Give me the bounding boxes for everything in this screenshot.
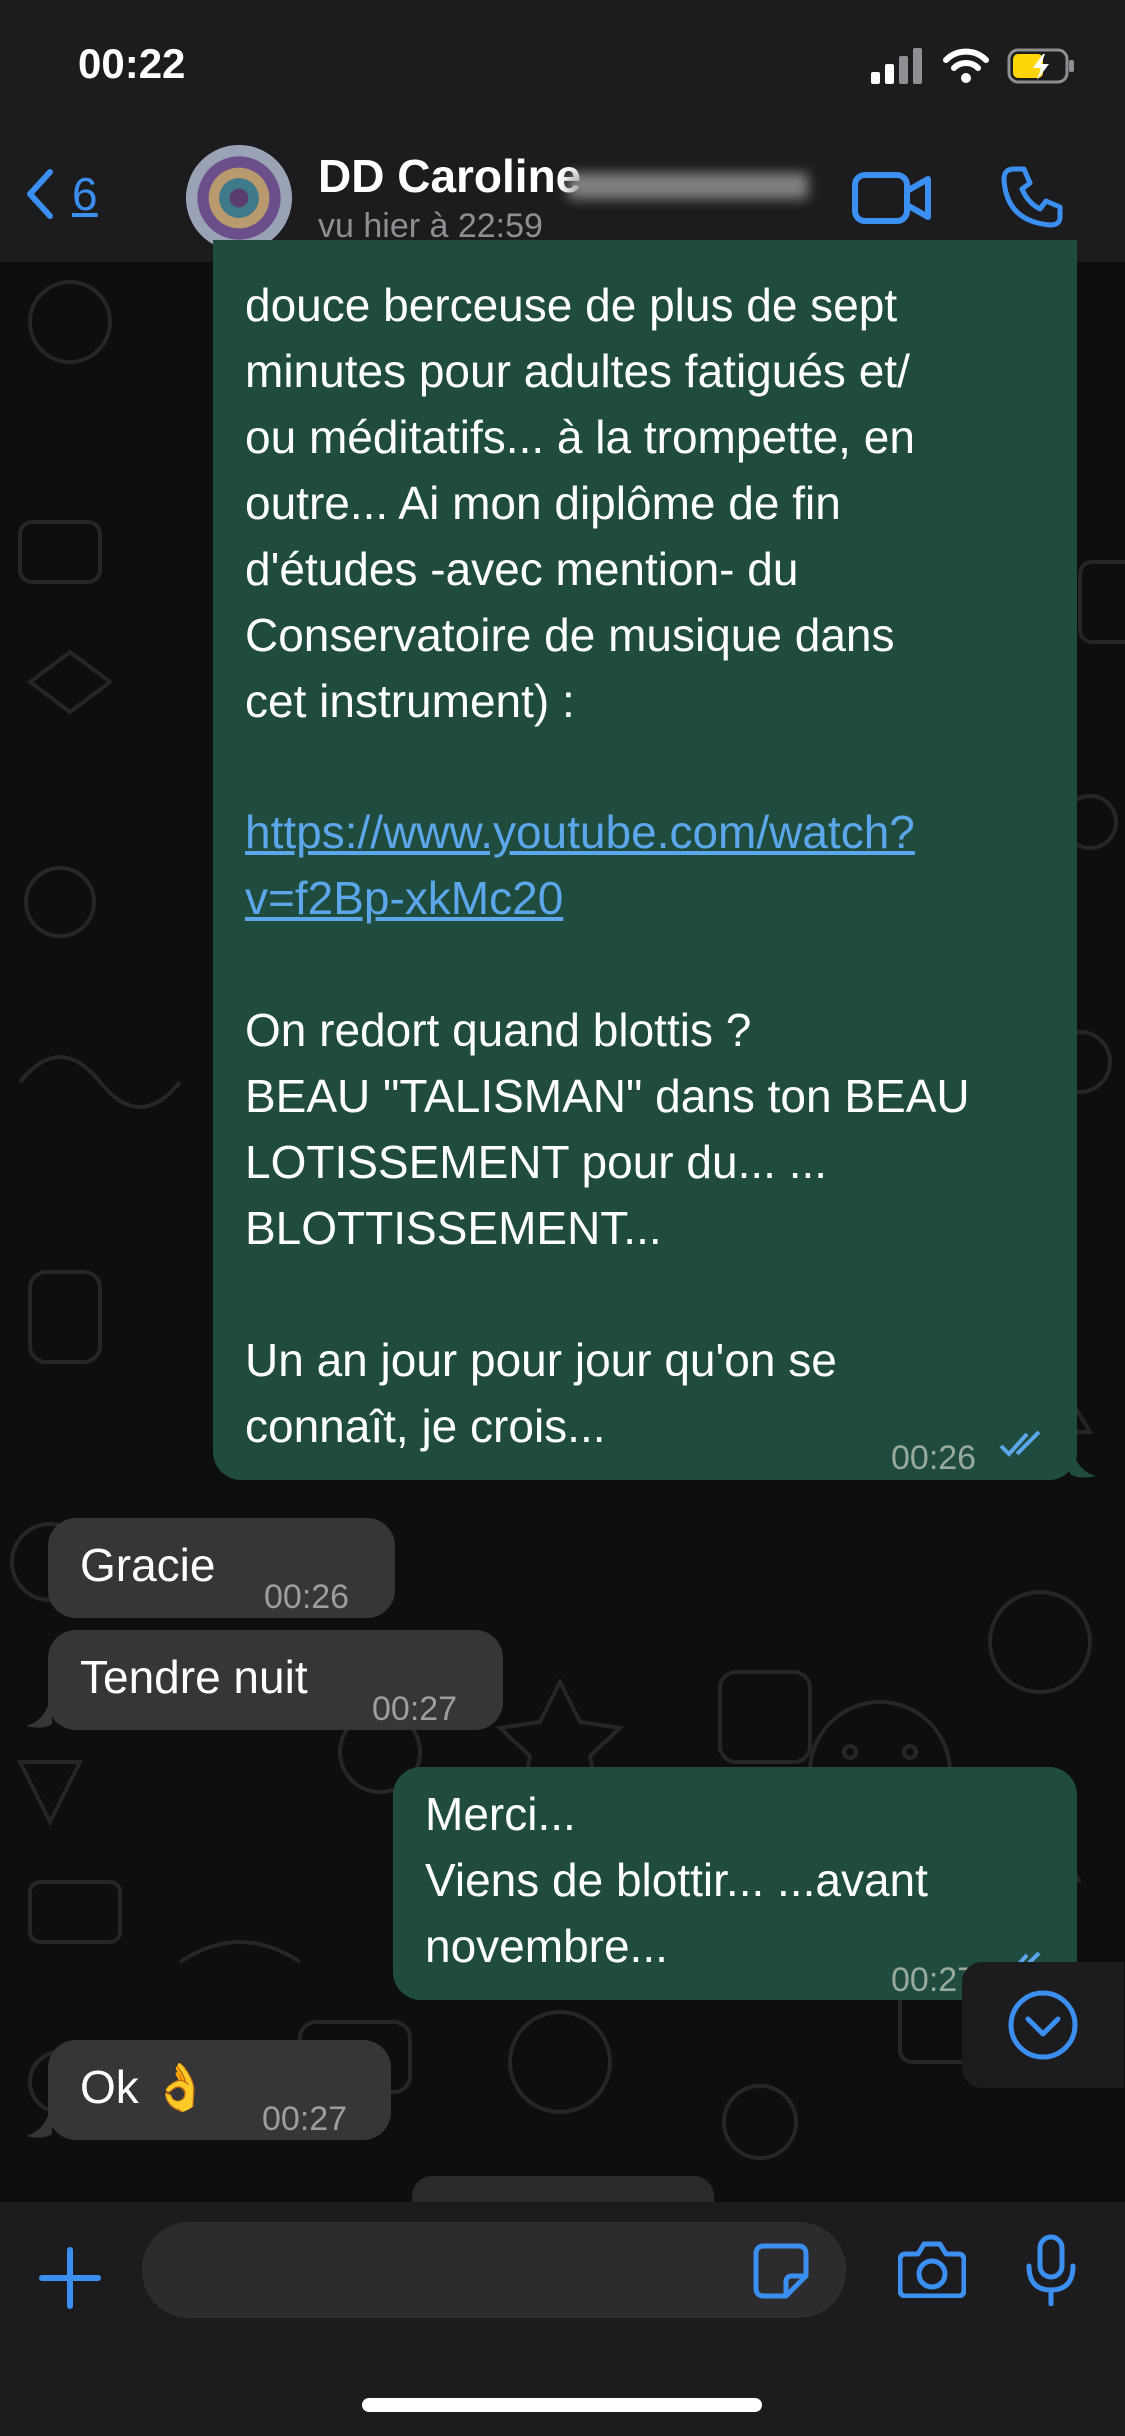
message-bubble-incoming[interactable]: Ok 👌 00:27 (48, 2040, 391, 2140)
avatar[interactable] (186, 145, 292, 251)
message-time: 00:26 (891, 1439, 977, 1477)
message-bubble-outgoing[interactable]: douce berceuse de plus de sept minutes p… (213, 240, 1077, 1480)
message-text: On redort quand blottis ? BEAU "TALISMAN… (245, 1004, 970, 1452)
input-bar (0, 2202, 1125, 2436)
status-icons (871, 48, 1077, 84)
status-bar: 00:22 (0, 0, 1125, 135)
video-call-icon[interactable] (852, 169, 932, 227)
plus-icon[interactable] (38, 2246, 102, 2310)
chevron-left-icon (27, 169, 53, 219)
message-bubble-incoming[interactable]: Tendre nuit 00:27 (48, 1630, 503, 1730)
home-indicator[interactable] (362, 2398, 762, 2412)
microphone-icon[interactable] (1024, 2234, 1078, 2306)
camera-icon[interactable] (898, 2240, 966, 2298)
message-input[interactable] (142, 2222, 846, 2318)
unread-count: 6 (72, 168, 98, 220)
scroll-to-bottom-button[interactable] (962, 1962, 1124, 2088)
bubble-tail (26, 2100, 52, 2138)
redacted-surname (568, 173, 808, 199)
wifi-icon (943, 48, 989, 83)
phone-icon[interactable] (1000, 165, 1064, 229)
message-bubble-incoming[interactable]: Gracie 00:26 (48, 1518, 395, 1618)
message-text: douce berceuse de plus de sept minutes p… (245, 279, 915, 727)
message-time: 00:27 (372, 1690, 458, 1728)
contact-name[interactable]: DD Caroline (318, 149, 581, 203)
message-text: Ok 👌 (80, 2061, 209, 2113)
read-receipt-icon (999, 1430, 1041, 1457)
sticker-icon[interactable] (752, 2242, 810, 2300)
bubble-tail (1070, 1440, 1096, 1478)
cellular-signal-icon (871, 48, 922, 84)
message-text: Gracie (80, 1539, 216, 1591)
status-time: 00:22 (78, 40, 186, 87)
back-button[interactable]: 6 (24, 167, 98, 221)
bubble-tail (26, 1690, 52, 1728)
battery-icon (1007, 48, 1074, 84)
youtube-link[interactable]: https://www.youtube.com/watch? v=f2Bp-xk… (245, 799, 1065, 931)
message-time: 00:26 (264, 1578, 350, 1616)
message-text: Tendre nuit (80, 1651, 308, 1703)
message-time: 00:27 (262, 2100, 348, 2138)
chevron-down-icon (1008, 1990, 1078, 2060)
